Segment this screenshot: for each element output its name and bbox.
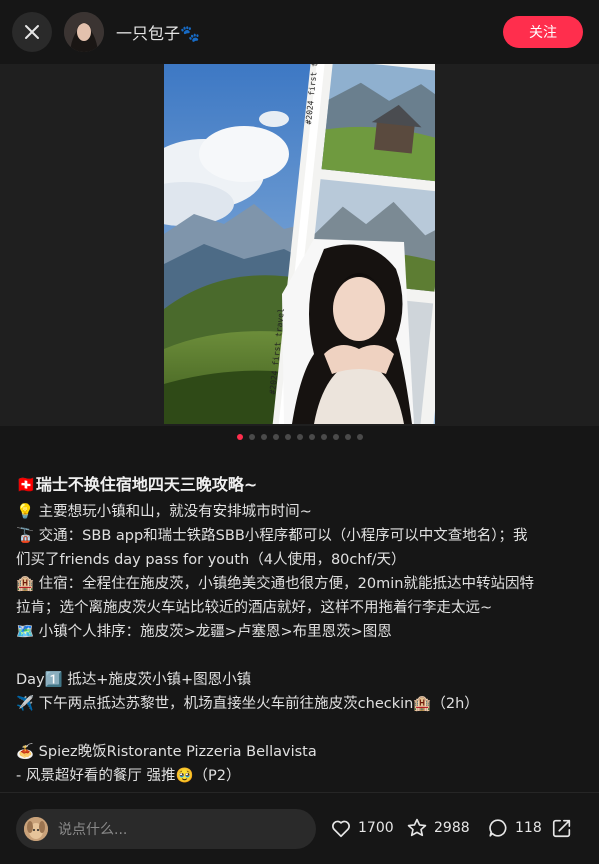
post-body-line: ✈️ 下午两点抵达苏黎世，机场直接坐火车前往施皮茨checkin🏨（2h） <box>16 696 479 712</box>
like-button[interactable]: 1700 <box>330 817 394 839</box>
carousel-dot[interactable] <box>356 434 363 440</box>
close-button[interactable] <box>12 12 52 52</box>
carousel-dot[interactable] <box>320 434 327 440</box>
dog-avatar-icon <box>24 817 48 841</box>
carousel-dot[interactable] <box>296 434 303 440</box>
portrait-cutout <box>282 239 414 424</box>
post-body-line: 💡 主要想玩小镇和山，就没有安排城市时间~ <box>16 504 312 520</box>
user-avatar <box>24 817 48 841</box>
star-icon <box>407 818 427 837</box>
close-icon <box>25 25 39 39</box>
favorite-count: 2988 <box>434 820 470 836</box>
post-body-line: 🏨 住宿：全程住在施皮茨，小镇绝美交通也很方便，20min就能抵达中转站因特 <box>16 576 534 592</box>
share-icon <box>552 819 571 838</box>
like-count: 1700 <box>358 820 394 836</box>
post-body-line: 们买了friends day pass for youth（4人使用，80chf… <box>16 552 406 568</box>
share-button[interactable] <box>551 817 573 839</box>
carousel-dot[interactable] <box>332 434 339 440</box>
carousel-dot[interactable] <box>272 434 279 440</box>
post-body-line: - 风景超好看的餐厅 强推🥹（P2） <box>16 768 241 784</box>
carousel-dot[interactable] <box>284 434 291 440</box>
carousel-dot[interactable] <box>260 434 267 440</box>
media-area: #2024 first travel #2024 first travel <box>0 64 599 426</box>
post-body: 💡 主要想玩小镇和山，就没有安排城市时间~ 🚡 交通：SBB app和瑞士铁路SB… <box>16 500 588 788</box>
post-image[interactable]: #2024 first travel #2024 first travel <box>164 64 435 424</box>
author-name[interactable]: 一只包子🐾 <box>116 20 200 44</box>
top-bar: 一只包子🐾 关注 <box>0 0 599 64</box>
carousel-indicator[interactable] <box>0 434 599 444</box>
heart-icon <box>332 820 350 838</box>
collage-image <box>164 64 435 424</box>
post-title: 🇨🇭瑞士不换住宿地四天三晚攻略~ <box>16 475 258 494</box>
comment-count: 118 <box>515 820 542 836</box>
post-body-line: 🗺️ 小镇个人排序：施皮茨>龙疆>卢塞恩>布里恩茨>图恩 <box>16 624 392 640</box>
comment-bubble-icon <box>489 819 507 837</box>
comment-placeholder: 说点什么... <box>58 822 128 838</box>
follow-button[interactable]: 关注 <box>503 16 583 48</box>
favorite-button[interactable]: 2988 <box>406 817 470 839</box>
author-avatar[interactable] <box>64 12 104 52</box>
carousel-dot[interactable] <box>236 434 243 440</box>
bottom-action-bar: 说点什么... 1700 2988 118 <box>0 792 599 864</box>
post-body-line: 🚡 交通：SBB app和瑞士铁路SBB小程序都可以（小程序可以中文查地名）；我 <box>16 528 528 544</box>
carousel-dot[interactable] <box>344 434 351 440</box>
comment-button[interactable]: 118 <box>487 817 542 839</box>
post-body-line: 拉肯；选个离施皮茨火车站比较近的酒店就好，这样不用拖着行李走太远~ <box>16 600 493 616</box>
post-body-line: 🍝 Spiez晚饭Ristorante Pizzeria Bellavista <box>16 744 317 760</box>
carousel-dot[interactable] <box>308 434 315 440</box>
post-content: 🇨🇭瑞士不换住宿地四天三晚攻略~ 💡 主要想玩小镇和山，就没有安排城市时间~ 🚡 … <box>16 470 588 788</box>
comment-input[interactable]: 说点什么... <box>16 809 316 849</box>
carousel-dot[interactable] <box>248 434 255 440</box>
avatar-image <box>64 12 104 52</box>
post-body-line: Day1️⃣ 抵达+施皮茨小镇+图恩小镇 <box>16 672 252 688</box>
